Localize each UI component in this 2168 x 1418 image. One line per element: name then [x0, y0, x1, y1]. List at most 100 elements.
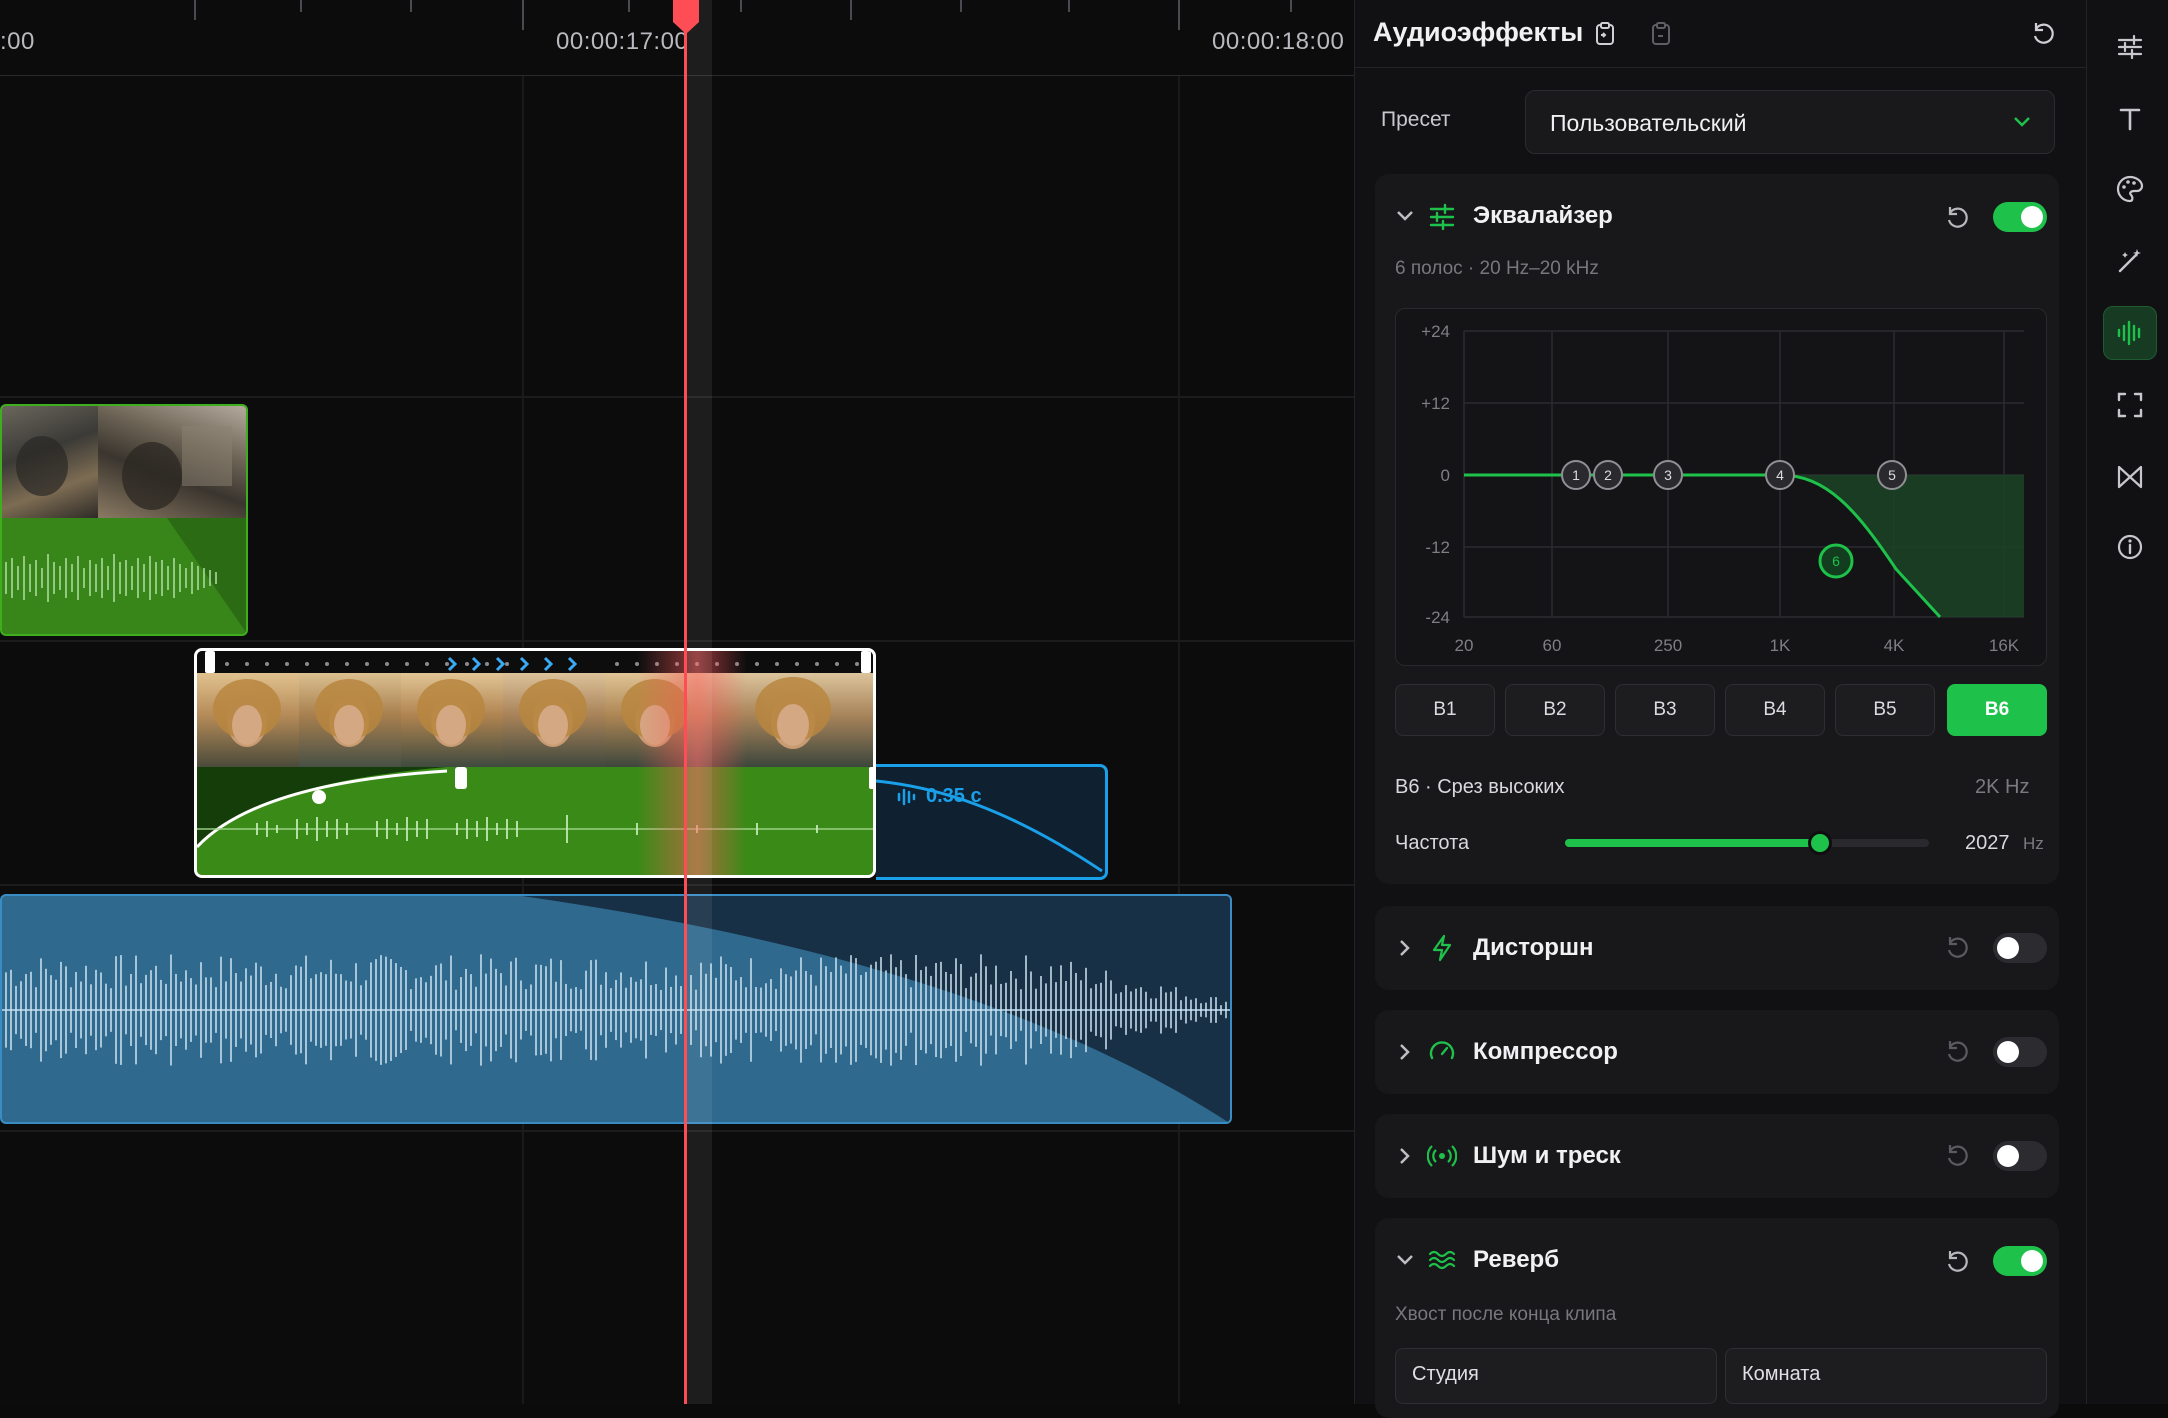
equalizer-section: Эквалайзер 6 полос · 20 Hz–20 kHz +24 +1…: [1375, 174, 2059, 884]
eq-band-node-3[interactable]: 3: [1653, 460, 1683, 490]
selected-video-clip[interactable]: [194, 648, 876, 878]
noise-toggle[interactable]: [1993, 1141, 2047, 1171]
equalizer-icon: [1429, 203, 1455, 231]
rail-info-button[interactable]: [2103, 520, 2157, 574]
equalizer-reset-icon[interactable]: [1941, 202, 1973, 234]
chevron-right-icon[interactable]: [1393, 1040, 1417, 1064]
ruler-tick: [740, 0, 742, 12]
track-divider: [0, 884, 1354, 886]
reset-all-button[interactable]: [2025, 16, 2061, 52]
eq-band-node-5[interactable]: 5: [1877, 460, 1907, 490]
rail-audio-button[interactable]: [2103, 306, 2157, 360]
ruler-tick: [1068, 0, 1070, 12]
clip-speed-bar: [197, 651, 873, 673]
rail-text-button[interactable]: [2103, 92, 2157, 146]
equalizer-title: Эквалайзер: [1473, 202, 1613, 229]
playhead-line[interactable]: [684, 0, 687, 1404]
ruler-tick: [1178, 0, 1180, 30]
band-button-b4[interactable]: B4: [1725, 684, 1825, 736]
rail-transition-button[interactable]: [2103, 450, 2157, 504]
band-button-b3[interactable]: B3: [1615, 684, 1715, 736]
chevron-down-icon[interactable]: [1393, 1248, 1417, 1272]
paste-effects-button[interactable]: [1643, 16, 1679, 52]
preset-value: Пользовательский: [1550, 110, 1747, 136]
noise-section[interactable]: Шум и треск: [1375, 1114, 2059, 1198]
eq-x-label: 1K: [1770, 636, 1791, 655]
track-divider: [0, 396, 1354, 398]
eq-x-label: 16K: [1989, 636, 2020, 655]
audio-effects-panel: Аудиоэффекты Пресет Пользовательский Экв…: [1354, 0, 2087, 1418]
video-clip[interactable]: [0, 404, 248, 636]
reverb-reset-icon[interactable]: [1941, 1246, 1973, 1278]
band-button-b1[interactable]: B1: [1395, 684, 1495, 736]
sliders-icon: [2117, 34, 2143, 60]
svg-text:6: 6: [1832, 553, 1840, 569]
ruler-tick: [850, 0, 852, 20]
eq-band-node-1[interactable]: 1: [1561, 460, 1591, 490]
selected-band-frequency: 2K Hz: [1975, 776, 2030, 798]
audio-clip[interactable]: [0, 894, 1232, 1124]
preset-label: Пресет: [1381, 108, 1451, 131]
playhead-handle-icon[interactable]: [670, 0, 702, 34]
lightning-icon: [1432, 934, 1452, 962]
waves-icon: [1428, 1250, 1456, 1270]
reverb-preset-room[interactable]: Комната: [1725, 1348, 2047, 1404]
clipboard-paste-icon: [1652, 22, 1670, 45]
text-icon: [2119, 108, 2141, 131]
rail-adjust-button[interactable]: [2103, 20, 2157, 74]
compressor-toggle[interactable]: [1993, 1037, 2047, 1067]
noise-reset-icon[interactable]: [1941, 1140, 1973, 1172]
compressor-section[interactable]: Компрессор: [1375, 1010, 2059, 1094]
frequency-slider-handle[interactable]: [1807, 831, 1832, 855]
eq-band-node-2[interactable]: 2: [1593, 460, 1623, 490]
timecode-label: :00: [0, 28, 35, 55]
grid-line: [1178, 76, 1180, 1404]
waveform-icon: [897, 788, 916, 805]
rail-crop-button[interactable]: [2103, 378, 2157, 432]
equalizer-toggle[interactable]: [1993, 202, 2047, 232]
distortion-section[interactable]: Дисторшн: [1375, 906, 2059, 990]
preset-dropdown[interactable]: Пользовательский: [1525, 90, 2055, 154]
fade-out-tail[interactable]: 0.35 с: [876, 764, 1108, 880]
fade-duration-badge: 0.35 с: [896, 785, 982, 808]
transition-icon: [2117, 465, 2143, 489]
eq-x-label: 60: [1543, 636, 1562, 655]
chevron-down-icon[interactable]: [1393, 204, 1417, 228]
magic-wand-icon: [2118, 249, 2141, 273]
reverb-preset-label: Комната: [1742, 1363, 1821, 1385]
copy-effects-button[interactable]: [1587, 16, 1623, 52]
frequency-label: Частота: [1395, 832, 1470, 854]
eq-curve-graph[interactable]: +24 +12 0 -12 -24 20 60 250 1K 4K 16K 1 …: [1395, 308, 2047, 666]
eq-band-node-6[interactable]: 6: [1818, 543, 1854, 579]
distortion-toggle[interactable]: [1993, 933, 2047, 963]
crop-frame-icon: [2117, 392, 2143, 418]
reverb-section: Реверб Хвост после конца клипа Студия Ко…: [1375, 1218, 2059, 1418]
timeline[interactable]: :00 00:00:17:00 00:00:18:00 0.35 с: [0, 0, 1354, 1404]
ruler-tick: [522, 0, 524, 30]
band-button-b2[interactable]: B2: [1505, 684, 1605, 736]
distortion-reset-icon[interactable]: [1941, 932, 1973, 964]
tool-rail: [2086, 0, 2168, 1404]
reverb-subtitle: Хвост после конца клипа: [1395, 1304, 1617, 1325]
band-button-b5[interactable]: B5: [1835, 684, 1935, 736]
frequency-unit: Hz: [2023, 834, 2044, 853]
compressor-reset-icon[interactable]: [1941, 1036, 1973, 1068]
frequency-value[interactable]: 2027: [1965, 832, 2010, 855]
chevron-right-icon[interactable]: [1393, 936, 1417, 960]
rail-effects-button[interactable]: [2103, 234, 2157, 288]
reverb-toggle[interactable]: [1993, 1246, 2047, 1276]
eq-band-node-4[interactable]: 4: [1765, 460, 1795, 490]
selected-band-title: B6 · Срез высоких: [1395, 776, 1565, 798]
chevron-right-icon[interactable]: [1393, 1144, 1417, 1168]
track-divider: [0, 640, 1354, 642]
rail-color-button[interactable]: [2103, 162, 2157, 216]
ruler-tick: [410, 0, 412, 12]
gauge-icon: [1429, 1041, 1455, 1060]
ruler-tick: [194, 0, 196, 20]
reverb-preset-studio[interactable]: Студия: [1395, 1348, 1717, 1404]
band-button-b6[interactable]: B6: [1947, 684, 2047, 736]
eq-x-label: 4K: [1884, 636, 1905, 655]
frequency-slider[interactable]: [1565, 831, 1929, 855]
distortion-title: Дисторшн: [1473, 934, 1594, 961]
svg-text:3: 3: [1664, 467, 1672, 483]
